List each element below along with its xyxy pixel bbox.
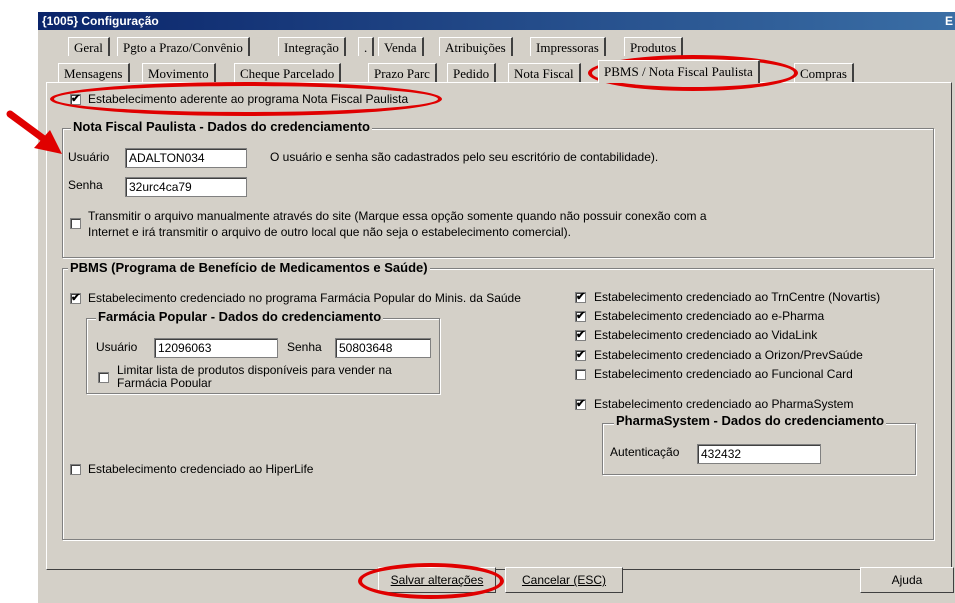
- vidalink-label: Estabelecimento credenciado ao VidaLink: [594, 328, 818, 342]
- fp-user-input[interactable]: 12096063: [154, 338, 278, 358]
- tab-integracao[interactable]: Integração: [278, 37, 346, 56]
- nfp-adherent-label: Estabelecimento aderente ao programa Not…: [88, 92, 409, 106]
- tab-prazo-parc[interactable]: Prazo Parc: [368, 63, 437, 82]
- trncentre-label: Estabelecimento credenciado ao TrnCentre…: [594, 290, 881, 304]
- tab-mensagens[interactable]: Mensagens: [58, 63, 130, 82]
- nfp-adherent-checkbox[interactable]: ✔: [70, 94, 81, 105]
- tab-dot[interactable]: .: [358, 37, 375, 56]
- tab-pedido[interactable]: Pedido: [447, 63, 497, 82]
- hiperlife-label: Estabelecimento credenciado ao HiperLife: [88, 462, 314, 476]
- tab-nota-fiscal[interactable]: Nota Fiscal: [508, 63, 581, 82]
- tab-produtos[interactable]: Produtos: [624, 37, 684, 56]
- title-bar: {1005} Configuração E: [38, 12, 955, 30]
- orizon-label: Estabelecimento credenciado a Orizon/Pre…: [594, 348, 863, 362]
- funcional-card-label: Estabelecimento credenciado ao Funcional…: [594, 367, 853, 381]
- nfp-manual-line2: Internet e irá transmitir o arquivo de o…: [88, 225, 571, 239]
- orizon-checkbox[interactable]: ✔: [575, 350, 586, 361]
- nfp-user-input[interactable]: ADALTON034: [125, 148, 247, 168]
- arrow-icon: [6, 110, 62, 154]
- nfp-password-label: Senha: [68, 178, 103, 192]
- pharmasystem-group-title: PharmaSystem - Dados do credenciamento: [614, 413, 887, 428]
- funcional-card-checkbox[interactable]: [575, 369, 586, 380]
- pharmasystem-checkbox[interactable]: ✔: [575, 399, 586, 410]
- tab-cheque-parcelado[interactable]: Cheque Parcelado: [234, 63, 342, 82]
- fp-limit-line2: Farmácia Popular: [117, 376, 212, 387]
- tab-geral[interactable]: Geral: [68, 37, 110, 56]
- nfp-password-input[interactable]: 32urc4ca79: [125, 177, 247, 197]
- help-button[interactable]: Ajuda: [860, 567, 954, 593]
- hiperlife-checkbox[interactable]: [70, 464, 81, 475]
- auth-input[interactable]: 432432: [697, 444, 821, 464]
- window-title: {1005} Configuração: [42, 14, 159, 28]
- vidalink-checkbox[interactable]: ✔: [575, 330, 586, 341]
- save-button-label: Salvar alterações: [390, 573, 484, 587]
- fp-password-label: Senha: [287, 340, 322, 354]
- tab-pgto-prazo[interactable]: Pgto a Prazo/Convênio: [117, 37, 250, 56]
- title-extra: E: [944, 14, 953, 28]
- cancel-button[interactable]: Cancelar (ESC): [505, 567, 623, 593]
- nfp-group-title: Nota Fiscal Paulista - Dados do credenci…: [71, 119, 372, 134]
- tab-pbms-nfp[interactable]: PBMS / Nota Fiscal Paulista: [598, 60, 760, 83]
- fp-limit-line1: Limitar lista de produtos disponíveis pa…: [117, 363, 392, 377]
- fp-user-label: Usuário: [96, 340, 138, 354]
- nfp-manual-checkbox[interactable]: [70, 218, 81, 229]
- config-window: {1005} Configuração E Geral Pgto a Prazo…: [38, 12, 955, 603]
- farmacia-popular-checkbox[interactable]: ✔: [70, 293, 81, 304]
- nfp-manual-line1: Transmitir o arquivo manualmente através…: [88, 209, 707, 223]
- nfp-info-text: O usuário e senha são cadastrados pelo s…: [270, 150, 659, 164]
- save-button[interactable]: Salvar alterações: [378, 567, 496, 593]
- epharma-checkbox[interactable]: ✔: [575, 311, 586, 322]
- tab-impressoras[interactable]: Impressoras: [530, 37, 606, 56]
- fp-limit-checkbox[interactable]: [98, 372, 109, 383]
- farmacia-popular-label: Estabelecimento credenciado no programa …: [88, 291, 521, 305]
- pbms-group-title: PBMS (Programa de Benefício de Medicamen…: [68, 260, 430, 275]
- fp-password-input[interactable]: 50803648: [335, 338, 431, 358]
- tab-movimento[interactable]: Movimento: [142, 63, 216, 82]
- cancel-button-label: Cancelar (ESC): [521, 573, 607, 587]
- nfp-user-label: Usuário: [68, 150, 110, 164]
- auth-label: Autenticação: [610, 445, 680, 459]
- tab-atribuicoes[interactable]: Atribuições: [439, 37, 513, 56]
- help-button-label: Ajuda: [891, 573, 923, 587]
- tab-venda[interactable]: Venda: [378, 37, 424, 56]
- epharma-label: Estabelecimento credenciado ao e-Pharma: [594, 309, 825, 323]
- tab-compras[interactable]: Compras: [794, 63, 854, 82]
- trncentre-checkbox[interactable]: ✔: [575, 292, 586, 303]
- farmacia-popular-group-title: Farmácia Popular - Dados do credenciamen…: [96, 309, 384, 324]
- pharmasystem-label: Estabelecimento credenciado ao PharmaSys…: [594, 397, 854, 411]
